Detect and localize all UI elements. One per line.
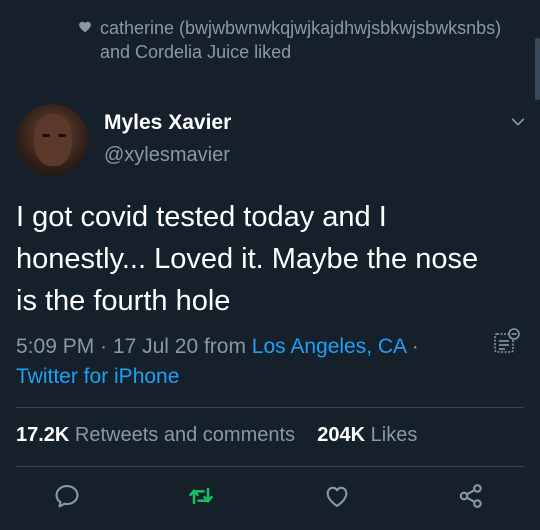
retweets-count: 17.2K xyxy=(16,424,70,446)
analytics-icon[interactable] xyxy=(492,326,522,356)
scrollbar[interactable] xyxy=(535,38,540,100)
divider xyxy=(16,466,524,467)
tweet-time: 5:09 PM xyxy=(16,335,95,358)
retweets-stat[interactable]: 17.2K Retweets and comments xyxy=(16,424,295,446)
author-name[interactable]: Myles Xavier xyxy=(104,111,231,135)
retweet-icon[interactable] xyxy=(187,482,215,510)
social-context[interactable]: catherine (bwjwbwnwkqjwjkajdhwjsbkwjsbwk… xyxy=(78,16,518,64)
author-handle[interactable]: @xylesmavier xyxy=(104,144,230,167)
tweet-header: Myles Xavier @xylesmavier xyxy=(16,104,526,176)
share-icon[interactable] xyxy=(457,482,485,510)
reply-icon[interactable] xyxy=(53,482,81,510)
engagement-stats: 17.2K Retweets and comments 204K Likes xyxy=(16,424,417,447)
action-bar xyxy=(0,482,540,514)
tweet-meta: 5:09 PM · 17 Jul 20 from Los Angeles, CA… xyxy=(16,332,476,392)
heart-icon xyxy=(79,21,91,33)
meta-separator: · xyxy=(405,335,419,358)
location-link[interactable]: Los Angeles, CA xyxy=(252,335,406,358)
source-link[interactable]: Twitter for iPhone xyxy=(16,365,179,388)
likes-label: Likes xyxy=(365,424,418,446)
like-icon[interactable] xyxy=(323,482,351,510)
tweet-text: I got covid tested today and I honestly.… xyxy=(16,201,479,317)
likes-stat[interactable]: 204K Likes xyxy=(317,424,417,446)
avatar[interactable] xyxy=(16,104,88,176)
tweet-date: 17 Jul 20 xyxy=(112,335,199,358)
meta-separator: · xyxy=(94,335,113,358)
divider xyxy=(16,407,524,408)
meta-from: from xyxy=(198,335,252,358)
retweets-label: Retweets and comments xyxy=(69,424,296,446)
social-context-text: catherine (bwjwbwnwkqjwjkajdhwjsbkwjsbwk… xyxy=(100,18,502,62)
likes-count: 204K xyxy=(317,424,366,446)
chevron-down-icon[interactable] xyxy=(510,114,526,130)
